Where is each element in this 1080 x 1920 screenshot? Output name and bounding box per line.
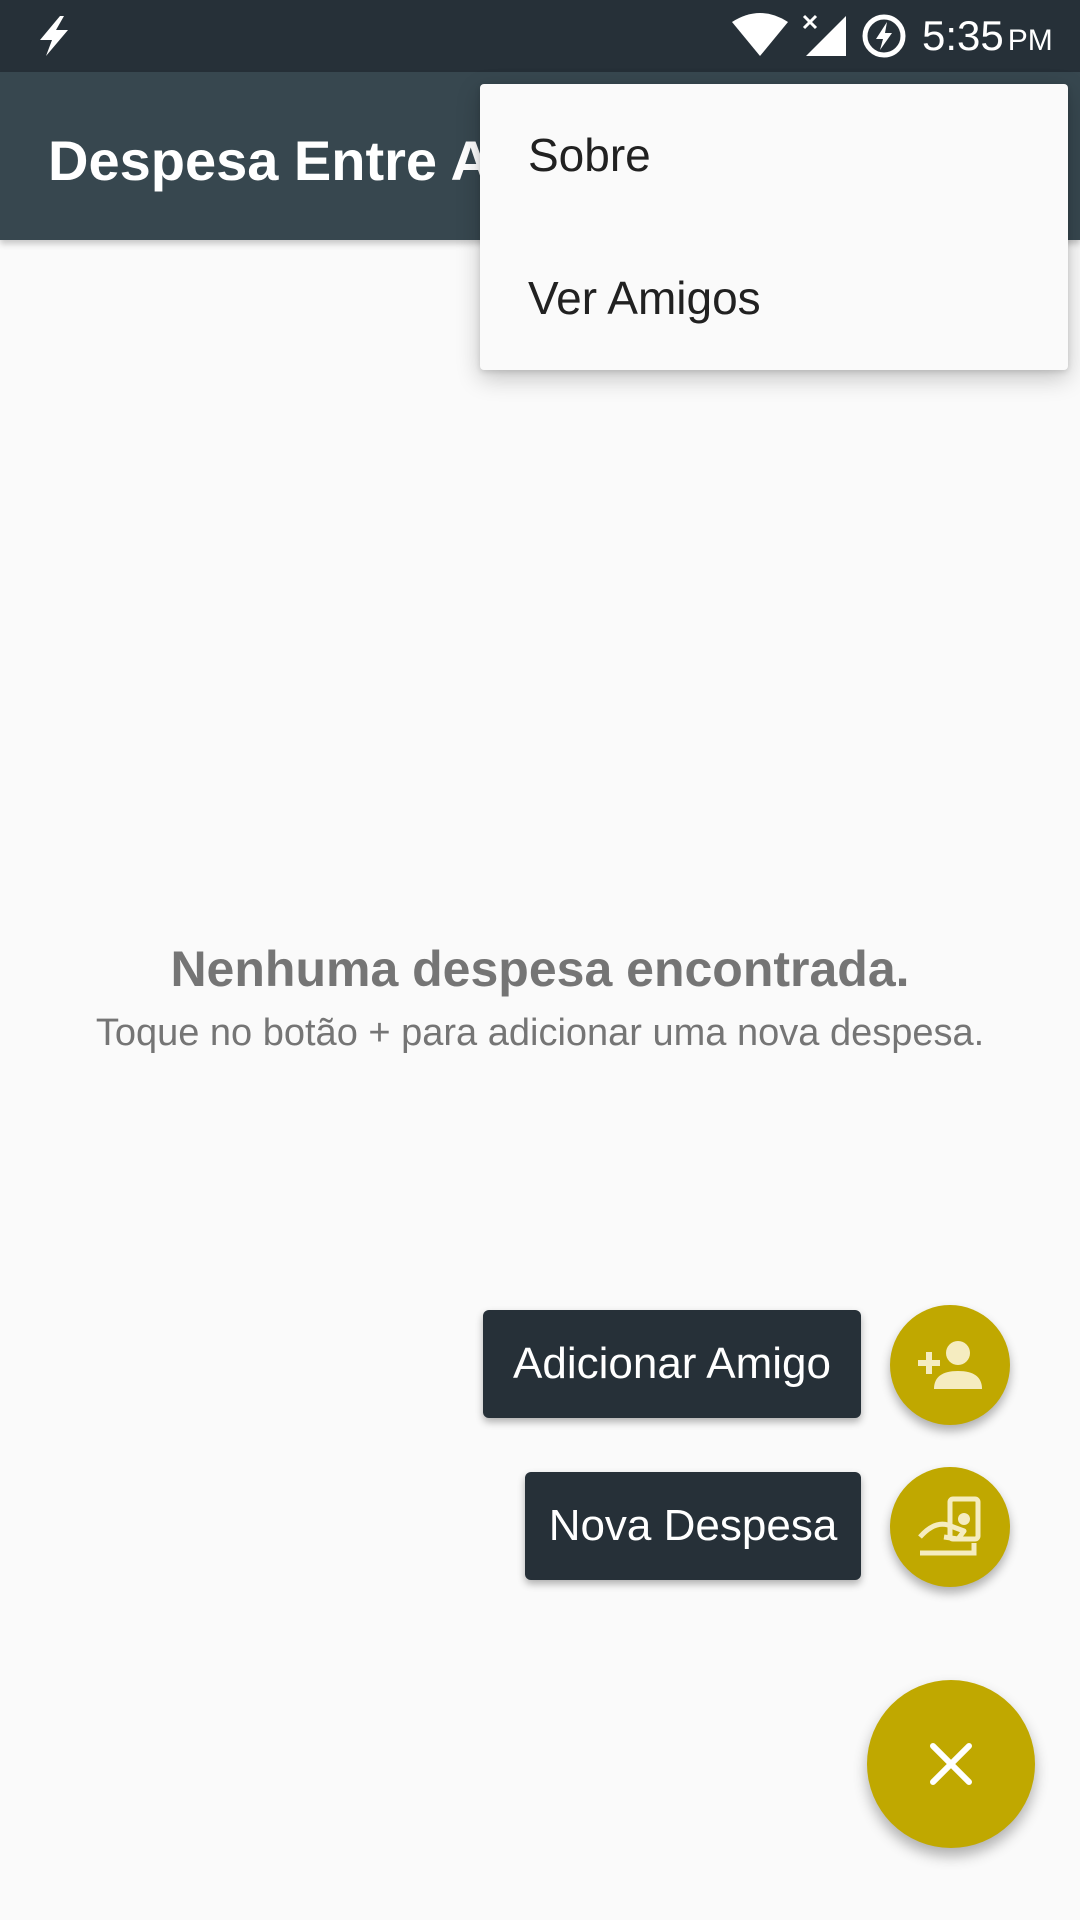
person-add-icon <box>918 1341 982 1389</box>
status-bar: 5:35 PM <box>0 0 1080 72</box>
clock: 5:35 PM <box>922 10 1053 62</box>
clock-ampm: PM <box>1007 24 1053 57</box>
pay-money-icon <box>918 1496 981 1556</box>
menu-item-sobre[interactable]: Sobre <box>480 84 1068 227</box>
flash-icon <box>40 16 68 56</box>
new-expense-button[interactable] <box>890 1467 1010 1587</box>
menu-item-ver-amigos[interactable]: Ver Amigos <box>480 227 1068 370</box>
close-fab-button[interactable] <box>867 1680 1035 1848</box>
clock-time: 5:35 <box>922 12 1004 59</box>
battery-charging-icon <box>862 14 906 58</box>
signal-no-data-icon <box>802 14 846 56</box>
add-friend-button[interactable] <box>890 1305 1010 1425</box>
empty-state-title: Nenhuma despesa encontrada. <box>170 941 910 997</box>
screen: 5:35 PM Despesa Entre Amigos Sobre Ver Am… <box>0 0 1080 1920</box>
wifi-icon <box>732 13 788 56</box>
close-icon <box>930 1743 972 1785</box>
overflow-menu: Sobre Ver Amigos <box>480 84 1068 370</box>
add-friend-label[interactable]: Adicionar Amigo <box>483 1310 861 1418</box>
new-expense-label[interactable]: Nova Despesa <box>525 1472 861 1580</box>
empty-state-subtitle: Toque no botão + para adicionar uma nova… <box>95 1012 985 1054</box>
